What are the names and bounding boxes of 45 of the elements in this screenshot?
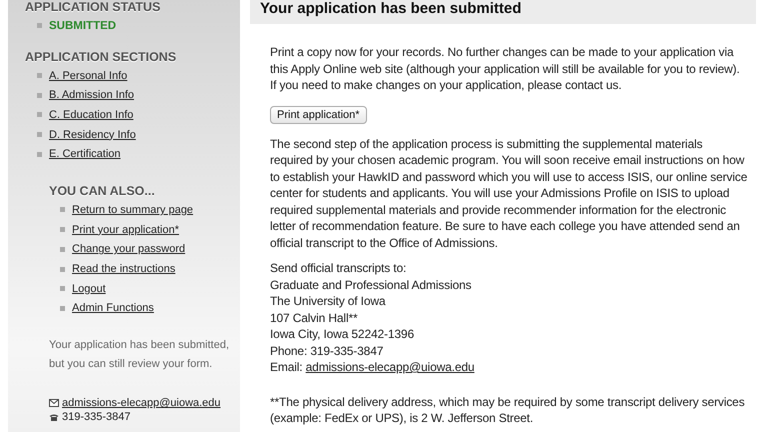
bullet-icon <box>37 112 42 118</box>
address-line: Iowa City, Iowa 52242-1396 <box>270 326 415 342</box>
email-link[interactable]: admissions-elecapp@uiowa.edu <box>306 360 474 374</box>
section-link[interactable]: C. Education Info <box>49 108 134 121</box>
bullet-icon <box>37 132 42 138</box>
bullet-icon <box>60 227 65 232</box>
envelope-icon <box>49 399 59 408</box>
bullet-icon <box>60 266 65 272</box>
bullet-icon <box>60 286 65 292</box>
action-link[interactable]: Admin Functions <box>72 302 154 314</box>
email-link[interactable]: admissions-elecapp@uiowa.edu <box>62 397 221 410</box>
status-note: Your application has been submitted, but you can still review your form. <box>49 338 230 372</box>
address-line: Send official transcripts to: <box>270 260 408 276</box>
sections-heading: APPLICATION SECTIONS <box>25 50 178 64</box>
address-line: Graduate and Professional Admissions <box>270 276 472 293</box>
bullet-icon <box>60 246 65 252</box>
address-line: Phone: 319-335-3847 <box>270 342 384 359</box>
action-link[interactable]: Print your application* <box>72 224 180 236</box>
instructions-paragraph: The second step of the application process is submitting the supplemental materials required by your chosen academic program. You will soon receive email instructions on how to establish your HawkID and password which you will use to access ISIS, our online service center for students and applicants. You will use your Admissions Profile on ISIS to upload required supplemental materials and provide recommender information for the electronic letter of recommendation feature. Be sure to have each college you have attended send an official transcript to the Office of Admissions. <box>270 136 748 251</box>
bullet-icon <box>37 92 42 98</box>
bullet-icon <box>37 23 42 28</box>
status-value: SUBMITTED <box>49 20 116 32</box>
section-link[interactable]: E. Certification <box>49 148 121 160</box>
address-line: 107 Calvin Hall** <box>270 310 358 326</box>
bullet-icon <box>60 306 65 311</box>
intro-paragraph: Print a copy now for your records. No further changes can be made to your application via this Apply Online web site (although your application will still be available for you to review). If you need to make changes on your application, please contact us. <box>270 44 741 94</box>
phone-icon <box>49 413 59 422</box>
phone-number: 319-335-3847 <box>62 411 131 424</box>
status-heading: APPLICATION STATUS <box>25 0 162 14</box>
action-link[interactable]: Return to summary page <box>72 204 194 216</box>
bullet-icon <box>37 73 42 78</box>
section-link[interactable]: A. Personal Info <box>49 70 128 82</box>
bullet-icon <box>37 152 42 157</box>
section-link[interactable]: D. Residency Info <box>49 128 136 141</box>
footnote: **The physical delivery address, which may be required by some transcript delivery services (example: FedEx or UPS), is 2 W. Jefferson Street. <box>270 394 746 426</box>
section-link[interactable]: B. Admission Info <box>49 89 134 102</box>
action-link[interactable]: Change your password <box>72 243 186 256</box>
action-link[interactable]: Read the instructions <box>72 263 176 276</box>
also-heading: YOU CAN ALSO... <box>49 184 156 198</box>
email-line: Email: admissions-elecapp@uiowa.edu <box>270 359 476 376</box>
page-title: Your application has been submitted <box>260 0 522 17</box>
action-link[interactable]: Logout <box>72 282 106 295</box>
bullet-icon <box>60 207 65 212</box>
print-button[interactable]: Print application* <box>270 106 367 124</box>
address-line: The University of Iowa <box>270 293 386 310</box>
